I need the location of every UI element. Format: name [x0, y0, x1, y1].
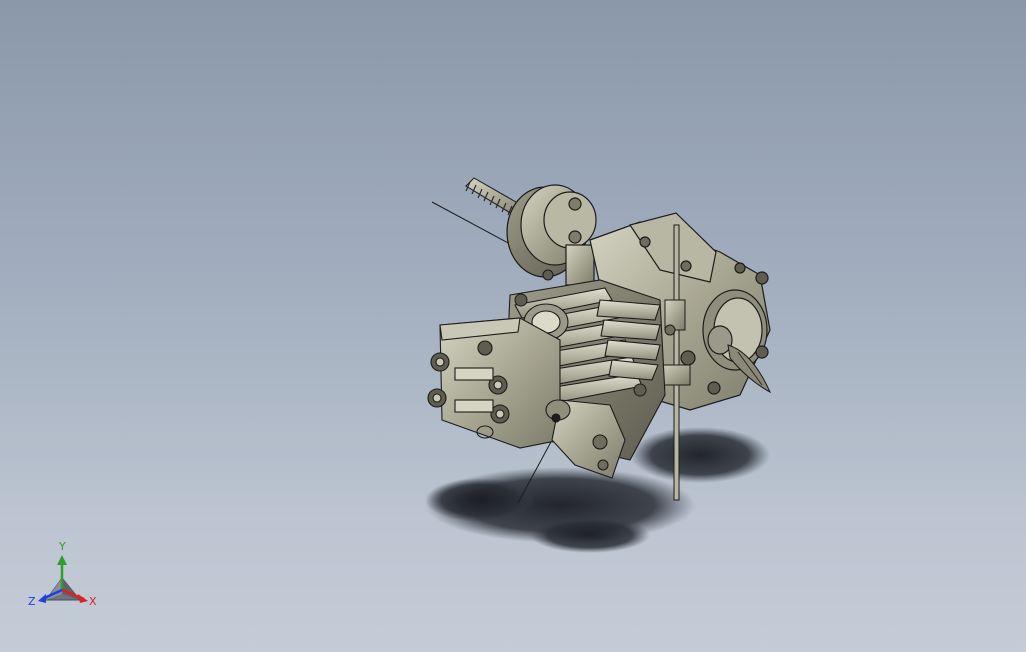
cylinder-head: [427, 317, 561, 449]
graphics-viewport[interactable]: Y X Z: [0, 0, 1026, 652]
engine-assembly-model[interactable]: [0, 0, 1026, 652]
mounting-bracket: [545, 399, 626, 479]
flywheel-housing: [506, 184, 597, 286]
y-axis-label: Y: [59, 540, 66, 553]
x-axis-label: X: [89, 595, 97, 608]
z-axis-label: Z: [28, 595, 36, 608]
